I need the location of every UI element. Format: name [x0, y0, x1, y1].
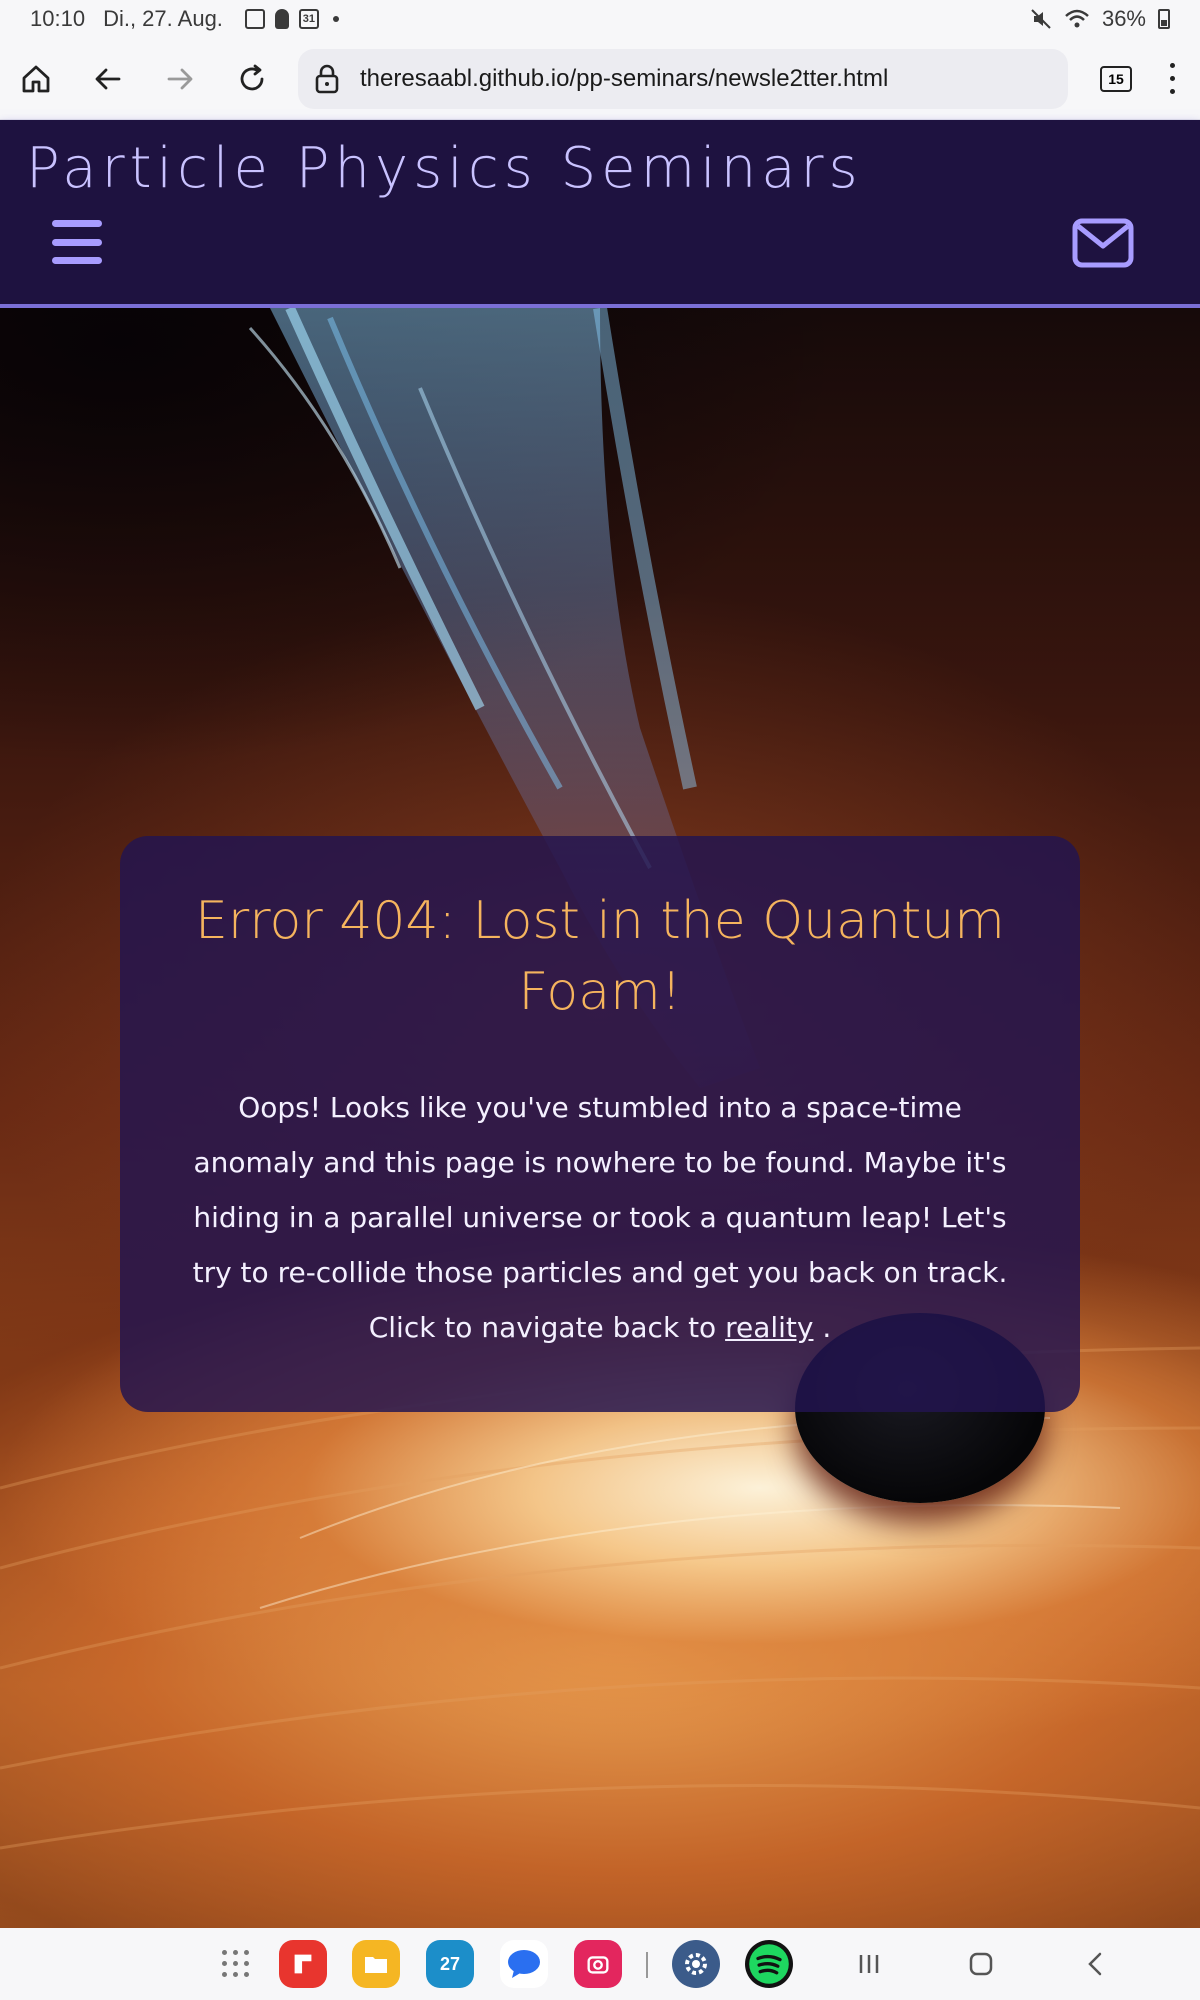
battery-percent: 36%: [1101, 6, 1146, 31]
error-message-end: .: [813, 1311, 832, 1344]
reload-icon: [240, 64, 264, 90]
arrow-right-icon: [167, 68, 193, 89]
status-bar: 10:10 Di., 27. Aug. 31 36%: [0, 0, 1200, 38]
status-date: Di., 27. Aug.: [103, 6, 223, 31]
home-nav-button[interactable]: [968, 1948, 994, 1980]
menu-dot: [1169, 89, 1175, 95]
arrow-left-icon: [95, 68, 121, 89]
chevron-left-icon: [1088, 1952, 1102, 1976]
flipboard-app-icon[interactable]: [279, 1940, 327, 1988]
more-notifications-dot: [332, 16, 339, 22]
recent-apps-button[interactable]: [856, 1948, 882, 1980]
hamburger-line: [52, 220, 102, 227]
calendar-notification-icon: 31: [298, 9, 319, 29]
recents-icon: [859, 1955, 879, 1973]
site-header: Particle Physics Seminars: [0, 120, 1200, 308]
hamburger-menu-button[interactable]: [52, 220, 102, 264]
gallery-icon: [244, 9, 265, 29]
files-app-icon[interactable]: [352, 1940, 400, 1988]
hamburger-line: [52, 257, 102, 264]
reality-link[interactable]: reality: [725, 1311, 813, 1344]
calendar-app-day: 27: [439, 1953, 461, 1974]
wifi-icon: [1065, 9, 1089, 28]
reload-button[interactable]: [216, 43, 288, 115]
bulb-icon: [274, 9, 289, 29]
calendar-app-icon[interactable]: 27: [426, 1940, 474, 1988]
tabs-button[interactable]: 15: [1100, 65, 1132, 92]
error-card: Error 404: Lost in the Quantum Foam! Oop…: [120, 836, 1080, 1412]
lock-icon: [315, 64, 339, 93]
error-message: Oops! Looks like you've stumbled into a …: [176, 1080, 1024, 1355]
home-icon: [22, 65, 50, 92]
home-circle-icon: [969, 1952, 993, 1976]
forward-button[interactable]: [144, 43, 216, 115]
url-text: theresaabl.github.io/pp-seminars/newsle2…: [360, 64, 889, 92]
mute-icon: [1031, 9, 1051, 29]
error-title: Error 404: Lost in the Quantum Foam!: [195, 891, 1005, 1022]
envelope-icon[interactable]: [1072, 218, 1134, 268]
back-button[interactable]: [72, 43, 144, 115]
battery-icon: [1158, 9, 1170, 29]
dock-divider: [646, 1952, 648, 1978]
menu-dot: [1169, 62, 1175, 68]
settings-app-icon[interactable]: [672, 1940, 720, 1988]
back-nav-button[interactable]: [1084, 1948, 1106, 1980]
error-message-text: Oops! Looks like you've stumbled into a …: [192, 1091, 1008, 1344]
site-title[interactable]: Particle Physics Seminars: [26, 136, 863, 201]
spotify-app-icon[interactable]: [745, 1940, 793, 1988]
hamburger-line: [52, 238, 102, 246]
status-time: 10:10: [30, 6, 86, 31]
address-bar[interactable]: theresaabl.github.io/pp-seminars/newsle2…: [298, 48, 1068, 109]
browser-toolbar: theresaabl.github.io/pp-seminars/newsle2…: [0, 38, 1200, 120]
app-drawer-icon[interactable]: [222, 1950, 250, 1978]
home-button[interactable]: [0, 43, 72, 115]
menu-dot: [1169, 75, 1175, 81]
camera-app-icon[interactable]: [574, 1940, 622, 1988]
android-nav-bar: 27: [0, 1928, 1200, 2000]
messages-app-icon[interactable]: [500, 1940, 548, 1988]
browser-menu-button[interactable]: [1162, 59, 1182, 99]
